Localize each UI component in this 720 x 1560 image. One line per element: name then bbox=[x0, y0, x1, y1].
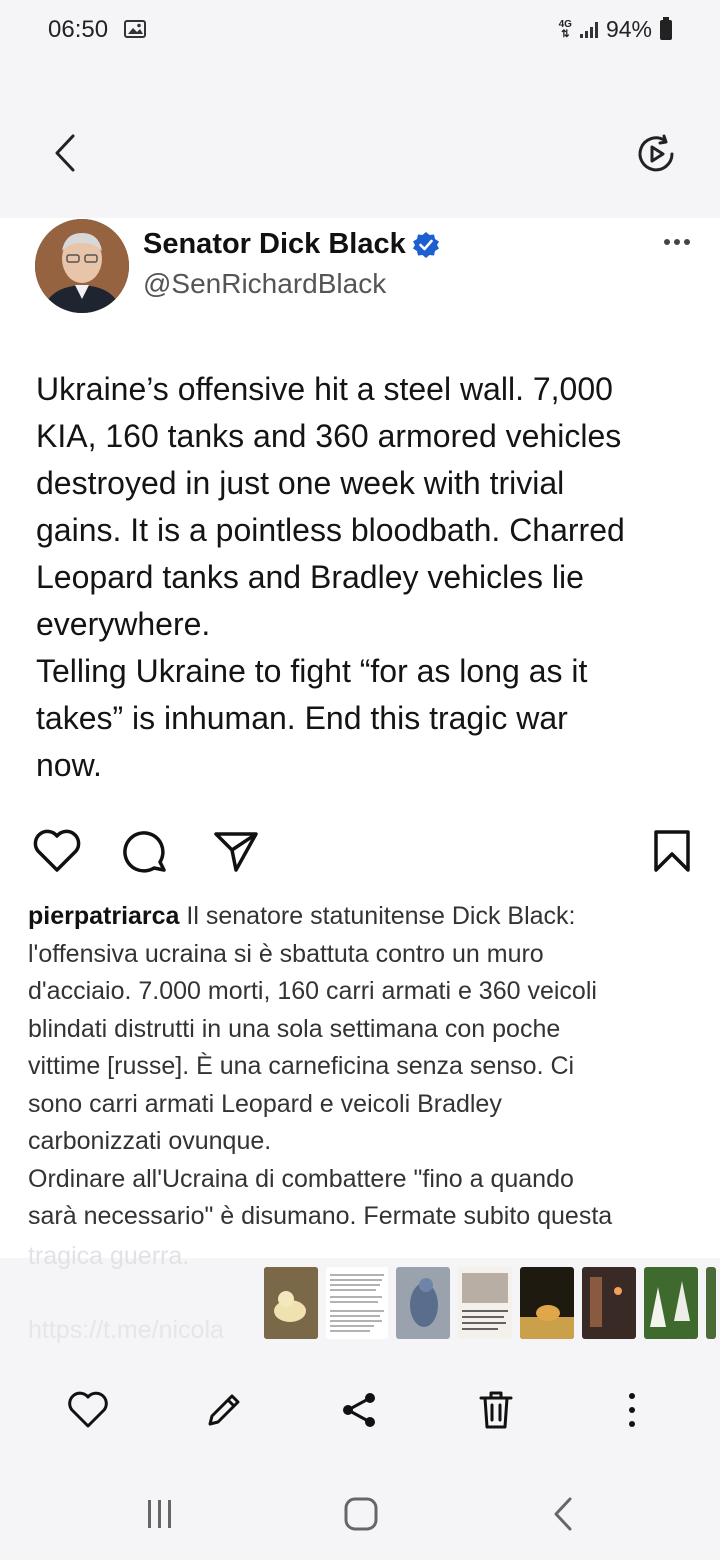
thumbnail-dark-scene[interactable] bbox=[582, 1267, 636, 1339]
heart-icon bbox=[33, 829, 81, 872]
filmstrip bbox=[264, 1267, 716, 1339]
network-indicator: 4G ⇅ bbox=[558, 18, 572, 40]
share-button[interactable] bbox=[337, 1388, 381, 1432]
battery-percent: 94% bbox=[605, 16, 652, 42]
caption-link: https://t.me/nicola bbox=[28, 1316, 224, 1344]
gallery-icon bbox=[124, 20, 146, 38]
share-icon bbox=[343, 1393, 375, 1427]
caption-text: Il senatore statunitense Dick Black: l'o… bbox=[28, 902, 613, 1230]
data-arrows-icon: ⇅ bbox=[561, 28, 570, 40]
caption-faded-line: tragica guerra. bbox=[28, 1242, 190, 1270]
home-icon bbox=[344, 1497, 378, 1531]
recents-icon bbox=[148, 1500, 171, 1528]
thumbnail-document[interactable] bbox=[458, 1267, 512, 1339]
status-time: 06:50 bbox=[48, 16, 109, 43]
thumbnail-amber-figure[interactable] bbox=[520, 1267, 574, 1339]
edit-button[interactable] bbox=[202, 1388, 246, 1432]
post-caption: pierpatriarca Il senatore statunitense D… bbox=[28, 898, 698, 1236]
avatar-portrait bbox=[35, 219, 129, 313]
thumbnail-screenshot-text[interactable] bbox=[326, 1267, 388, 1339]
recents-button[interactable] bbox=[135, 1494, 185, 1534]
favorite-button[interactable] bbox=[66, 1388, 110, 1432]
thumbnail-heron[interactable] bbox=[396, 1267, 450, 1339]
tweet-author-handle: @SenRichardBlack bbox=[143, 268, 387, 299]
status-right: 4G ⇅ 94% bbox=[559, 16, 672, 43]
author-name-text: Senator Dick Black bbox=[143, 228, 406, 260]
comment-icon bbox=[123, 831, 166, 873]
system-back-button[interactable] bbox=[538, 1494, 588, 1534]
back-icon bbox=[55, 134, 75, 172]
back-button[interactable] bbox=[40, 128, 90, 178]
caption-username: pierpatriarca bbox=[28, 902, 180, 930]
delete-button[interactable] bbox=[474, 1388, 518, 1432]
network-type: 4G bbox=[558, 18, 572, 30]
battery-icon bbox=[660, 16, 672, 40]
status-bar: 06:50 4G ⇅ 94% bbox=[0, 0, 720, 60]
favorite-icon bbox=[68, 1391, 108, 1428]
bookmark-icon bbox=[654, 830, 690, 872]
thumbnail-partial[interactable] bbox=[706, 1267, 716, 1339]
back-nav-icon bbox=[554, 1497, 572, 1531]
tweet-text: Ukraine’s offensive hit a steel wall. 7,… bbox=[36, 371, 625, 783]
share-icon bbox=[214, 832, 258, 872]
gallery-actions bbox=[0, 1378, 720, 1438]
home-button[interactable] bbox=[336, 1494, 386, 1534]
tweet-author-name: Senator Dick Black bbox=[143, 228, 440, 261]
motion-photo-button[interactable] bbox=[630, 128, 682, 180]
viewer-top-bar bbox=[0, 60, 720, 218]
edit-icon bbox=[208, 1394, 240, 1426]
thumbnail-white-flowers[interactable] bbox=[644, 1267, 698, 1339]
avatar bbox=[35, 219, 129, 313]
delete-icon bbox=[479, 1391, 513, 1429]
tweet-more-icon bbox=[664, 239, 690, 245]
verified-badge-icon bbox=[412, 231, 439, 258]
thumbnail-chick[interactable] bbox=[264, 1267, 318, 1339]
system-nav-bar bbox=[0, 1478, 720, 1560]
more-icon bbox=[629, 1393, 635, 1427]
post-actions bbox=[0, 828, 720, 888]
viewer-bottom-area: tragica guerra. https://t.me/nicola bbox=[0, 1242, 720, 1560]
motion-photo-icon bbox=[638, 134, 674, 172]
more-options-button[interactable] bbox=[610, 1388, 654, 1432]
photo-content[interactable]: Senator Dick Black @SenRichardBlack Ukra… bbox=[0, 218, 720, 1258]
signal-icon bbox=[579, 21, 598, 38]
